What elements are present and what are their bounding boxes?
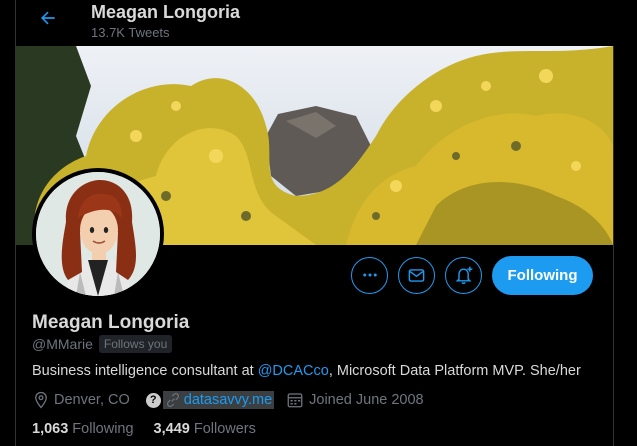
- message-button[interactable]: [398, 256, 435, 294]
- profile-actions: Following: [351, 255, 593, 295]
- website-link[interactable]: datasavvy.me: [184, 392, 272, 408]
- location-text: Denver, CO: [54, 392, 130, 408]
- following-button[interactable]: Following: [492, 255, 593, 295]
- followers-count: 3,449: [153, 421, 190, 437]
- following-count: 1,063: [32, 421, 69, 437]
- link-icon: [166, 393, 179, 407]
- envelope-icon: [408, 268, 425, 282]
- avatar[interactable]: [32, 168, 164, 300]
- more-icon: [362, 273, 377, 277]
- help-icon[interactable]: ?: [145, 392, 161, 408]
- followers-stat[interactable]: 3,449 Followers: [154, 421, 256, 437]
- website-item[interactable]: datasavvy.me: [162, 391, 275, 409]
- followers-label: Followers: [193, 421, 256, 437]
- following-stat[interactable]: 1,063 Following: [32, 421, 134, 437]
- profile-handle: @MMarie: [32, 336, 93, 352]
- joined-item: Joined June 2008: [286, 391, 424, 409]
- profile-meta: Denver, CO ? datasavvy.me Joined June 20…: [32, 391, 424, 409]
- calendar-icon: [287, 393, 303, 408]
- bio-text-prefix: Business intelligence consultant at: [32, 363, 258, 379]
- location-item: Denver, CO: [32, 391, 130, 409]
- handle-row: @MMarie Follows you: [32, 335, 173, 353]
- bio-mention-link[interactable]: @DCACco: [258, 363, 329, 379]
- follows-you-badge: Follows you: [98, 335, 173, 353]
- more-button[interactable]: [351, 256, 388, 294]
- location-pin-icon: [35, 391, 47, 409]
- tweet-count: 13.7K Tweets: [91, 25, 170, 40]
- profile-name: Meagan Longoria: [32, 312, 190, 333]
- bio-text-suffix: , Microsoft Data Platform MVP. She/her: [328, 363, 581, 379]
- avatar-illustration: [36, 172, 160, 296]
- profile-bio: Business intelligence consultant at @DCA…: [32, 363, 581, 379]
- profile-column: Meagan Longoria 13.7K Tweets Following M…: [15, 0, 615, 446]
- profile-header: Meagan Longoria 13.7K Tweets: [16, 0, 615, 46]
- notify-button[interactable]: [445, 256, 482, 294]
- joined-text: Joined June 2008: [309, 392, 424, 408]
- bell-plus-icon: [455, 266, 472, 285]
- follow-stats: 1,063 Following 3,449 Followers: [32, 421, 276, 437]
- header-name: Meagan Longoria: [91, 2, 241, 22]
- back-button[interactable]: [34, 4, 62, 32]
- following-label: Following: [72, 421, 134, 437]
- arrow-left-icon: [41, 11, 55, 25]
